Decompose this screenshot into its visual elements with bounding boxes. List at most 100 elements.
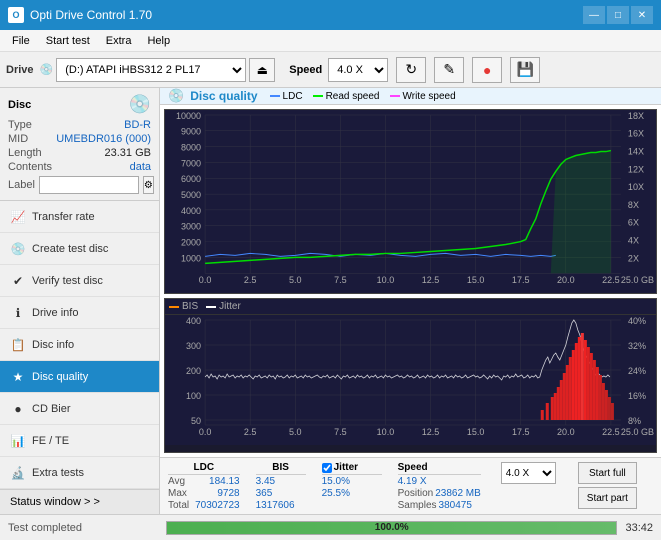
app-icon: O: [8, 7, 24, 23]
svg-text:10.0: 10.0: [377, 275, 395, 285]
refresh-button[interactable]: ↻: [396, 57, 426, 83]
svg-text:300: 300: [186, 341, 201, 351]
sidebar-item-transfer-rate[interactable]: 📈 Transfer rate: [0, 201, 159, 233]
window-controls: — □ ✕: [583, 6, 653, 24]
legend-read-speed-label: Read speed: [326, 91, 380, 102]
disc-panel-title: Disc: [8, 99, 31, 111]
sidebar-item-fe-te[interactable]: 📊 FE / TE: [0, 425, 159, 457]
drive-select-wrap: 💿 (D:) ATAPI iHBS312 2 PL17 ⏏: [40, 58, 276, 82]
bis-avg: 3.45: [256, 476, 275, 487]
bis-total: 1317606: [256, 500, 295, 511]
svg-text:14X: 14X: [628, 147, 644, 157]
disc-label-input[interactable]: [39, 176, 139, 194]
menu-extra[interactable]: Extra: [98, 33, 140, 49]
disc-quality-icon: ★: [10, 370, 26, 384]
legend-write-speed: Write speed: [390, 91, 456, 102]
color-button[interactable]: ●: [472, 57, 502, 83]
ldc-chart: 10000 9000 8000 7000 6000 5000 4000 3000…: [164, 109, 657, 294]
svg-text:5.0: 5.0: [289, 427, 302, 437]
jitter-header: Jitter: [334, 462, 358, 473]
speed-label: Speed: [289, 64, 322, 76]
edit-button[interactable]: ✎: [434, 57, 464, 83]
svg-text:4X: 4X: [628, 236, 639, 246]
svg-text:22.5: 22.5: [602, 427, 620, 437]
test-speed-select[interactable]: 4.0 X: [501, 462, 556, 484]
samples-label: Samples: [398, 500, 437, 511]
disc-length-row: Length 23.31 GB: [8, 147, 151, 159]
svg-text:24%: 24%: [628, 366, 646, 376]
cd-bier-icon: ●: [10, 402, 26, 416]
cd-bier-label: CD Bier: [32, 403, 71, 415]
progress-pct: 100.0%: [167, 522, 616, 534]
svg-text:0.0: 0.0: [199, 427, 212, 437]
status-window-label: Status window > >: [10, 496, 100, 508]
svg-text:15.0: 15.0: [467, 427, 485, 437]
close-button[interactable]: ✕: [631, 6, 653, 24]
start-full-button[interactable]: Start full: [578, 462, 637, 484]
svg-text:5.0: 5.0: [289, 275, 302, 285]
app-title: Opti Drive Control 1.70: [30, 8, 152, 22]
svg-text:2X: 2X: [628, 253, 639, 263]
ldc-chart-svg: 10000 9000 8000 7000 6000 5000 4000 3000…: [165, 110, 656, 293]
ldc-header: LDC: [168, 462, 240, 475]
maximize-button[interactable]: □: [607, 6, 629, 24]
jitter-legend-label: Jitter: [219, 301, 241, 312]
drive-info-label: Drive info: [32, 307, 78, 319]
content-header: 💿 Disc quality LDC Read speed Write spee…: [160, 88, 661, 105]
jitter-header-row: Jitter: [322, 462, 382, 475]
sidebar-item-cd-bier[interactable]: ● CD Bier: [0, 393, 159, 425]
jitter-checkbox[interactable]: [322, 463, 332, 473]
disc-contents-val: data: [130, 161, 151, 173]
sidebar-item-drive-info[interactable]: ℹ Drive info: [0, 297, 159, 329]
status-window-button[interactable]: Status window > >: [0, 489, 159, 514]
sidebar-item-extra-tests[interactable]: 🔬 Extra tests: [0, 457, 159, 489]
disc-contents-row: Contents data: [8, 161, 151, 173]
speed-stat-header: Speed: [398, 462, 481, 475]
progress-bar: 100.0%: [166, 521, 617, 535]
jitter-avg: 15.0%: [322, 476, 382, 487]
sidebar-item-verify-test-disc[interactable]: ✔ Verify test disc: [0, 265, 159, 297]
disc-label-btn[interactable]: ⚙: [143, 176, 154, 194]
svg-text:5000: 5000: [181, 190, 201, 200]
legend-top: LDC Read speed Write speed: [270, 91, 456, 102]
avg-label: Avg: [168, 476, 185, 487]
svg-text:7.5: 7.5: [334, 275, 347, 285]
drive-select[interactable]: (D:) ATAPI iHBS312 2 PL17: [56, 58, 246, 82]
minimize-button[interactable]: —: [583, 6, 605, 24]
extra-tests-label: Extra tests: [32, 467, 84, 479]
drive-bar: Drive 💿 (D:) ATAPI iHBS312 2 PL17 ⏏ Spee…: [0, 52, 661, 88]
svg-text:2.5: 2.5: [244, 275, 257, 285]
disc-mid-val: UMEBDR016 (000): [56, 133, 151, 145]
time-display: 33:42: [625, 522, 653, 534]
svg-text:2000: 2000: [181, 238, 201, 248]
menu-file[interactable]: File: [4, 33, 38, 49]
start-part-button[interactable]: Start part: [578, 487, 637, 509]
svg-text:22.5: 22.5: [602, 275, 620, 285]
create-test-disc-icon: 💿: [10, 242, 26, 256]
ldc-avg: 184.13: [209, 476, 240, 487]
disc-length-val: 23.31 GB: [105, 147, 151, 159]
sidebar: Disc 💿 Type BD-R MID UMEBDR016 (000) Len…: [0, 88, 160, 514]
disc-label-label: Label: [8, 179, 35, 191]
sidebar-item-disc-quality[interactable]: ★ Disc quality: [0, 361, 159, 393]
title-bar: O Opti Drive Control 1.70 — □ ✕: [0, 0, 661, 30]
eject-button[interactable]: ⏏: [249, 58, 275, 82]
menu-start-test[interactable]: Start test: [38, 33, 98, 49]
max-label: Max: [168, 488, 187, 499]
svg-text:50: 50: [191, 416, 201, 426]
sidebar-item-create-test-disc[interactable]: 💿 Create test disc: [0, 233, 159, 265]
disc-info-label: Disc info: [32, 339, 74, 351]
stats-bar: LDC Avg 184.13 Max 9728 Total 70302723 B…: [160, 457, 661, 514]
transfer-rate-label: Transfer rate: [32, 211, 95, 223]
speed-select[interactable]: 4.0 X 2.0 X 8.0 X: [328, 58, 388, 82]
svg-text:400: 400: [186, 316, 201, 326]
legend-ldc-dot: [270, 95, 280, 97]
menu-help[interactable]: Help: [139, 33, 178, 49]
save-button[interactable]: 💾: [510, 57, 540, 83]
svg-text:100: 100: [186, 391, 201, 401]
sidebar-item-disc-info[interactable]: 📋 Disc info: [0, 329, 159, 361]
disc-mid-row: MID UMEBDR016 (000): [8, 133, 151, 145]
disc-panel: Disc 💿 Type BD-R MID UMEBDR016 (000) Len…: [0, 88, 159, 201]
fe-te-label: FE / TE: [32, 435, 69, 447]
status-text: Test completed: [8, 522, 158, 534]
